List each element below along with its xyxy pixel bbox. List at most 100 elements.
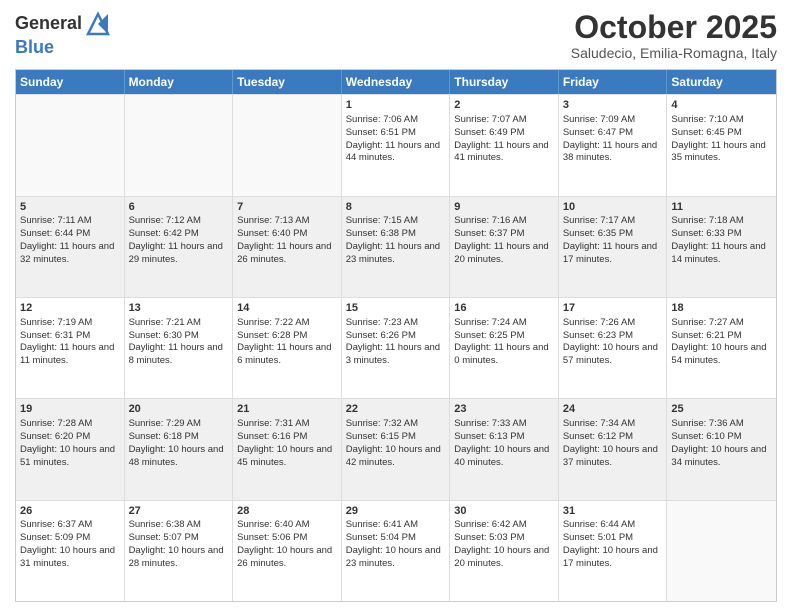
calendar-cell: 12Sunrise: 7:19 AMSunset: 6:31 PMDayligh… — [16, 298, 125, 398]
daylight-text: Daylight: 10 hours and 20 minutes. — [454, 545, 549, 569]
sunrise-text: Sunrise: 7:31 AM — [237, 418, 309, 429]
sunset-text: Sunset: 6:42 PM — [129, 228, 199, 239]
calendar-cell — [16, 95, 125, 195]
calendar-body: 1Sunrise: 7:06 AM Sunset: 6:51 PM Daylight… — [16, 94, 776, 601]
daylight-text: Daylight: 11 hours and 17 minutes. — [563, 241, 657, 265]
sunrise-text: Sunrise: 7:11 AM — [20, 215, 92, 226]
daylight-text: Daylight: 11 hours and 11 minutes. — [20, 342, 114, 366]
day-number: 21 — [237, 402, 337, 417]
daylight-text: Daylight: 11 hours and 23 minutes. — [346, 241, 440, 265]
sunset-text: Sunset: 6:35 PM — [563, 228, 633, 239]
day-number: 7 — [237, 200, 337, 215]
calendar-cell: 14Sunrise: 7:22 AMSunset: 6:28 PMDayligh… — [233, 298, 342, 398]
daylight-text: Daylight: 11 hours and 14 minutes. — [671, 241, 765, 265]
daylight-text: Daylight: 11 hours and 38 minutes. — [563, 140, 657, 164]
day-number: 5 — [20, 200, 120, 215]
header-day-friday: Friday — [559, 70, 668, 94]
sunrise-text: Sunrise: 7:22 AM — [237, 317, 309, 328]
sunset-text: Sunset: 6:51 PM — [346, 127, 416, 138]
calendar-cell: 8Sunrise: 7:15 AMSunset: 6:38 PMDaylight… — [342, 197, 451, 297]
day-number: 29 — [346, 504, 446, 519]
sunrise-text: Sunrise: 7:06 AM — [346, 114, 418, 125]
calendar-cell: 4Sunrise: 7:10 AMSunset: 6:45 PMDaylight… — [667, 95, 776, 195]
header-day-saturday: Saturday — [667, 70, 776, 94]
sunset-text: Sunset: 6:26 PM — [346, 330, 416, 341]
daylight-text: Daylight: 10 hours and 54 minutes. — [671, 342, 766, 366]
calendar-cell: 24Sunrise: 7:34 AM Sunset: 6:12 PM Dayligh… — [559, 399, 668, 499]
title-block: October 2025 Saludecio, Emilia-Romagna, … — [571, 10, 777, 61]
calendar-header: SundayMondayTuesdayWednesdayThursdayFrid… — [16, 70, 776, 94]
calendar-cell: 22Sunrise: 7:32 AMSunset: 6:15 PMDayligh… — [342, 399, 451, 499]
day-number: 27 — [129, 504, 229, 519]
header-day-monday: Monday — [125, 70, 234, 94]
calendar-cell — [233, 95, 342, 195]
calendar: SundayMondayTuesdayWednesdayThursdayFrid… — [15, 69, 777, 602]
day-number: 24 — [563, 402, 663, 417]
day-number: 13 — [129, 301, 229, 316]
calendar-cell: 15Sunrise: 7:23 AMSunset: 6:26 PMDayligh… — [342, 298, 451, 398]
calendar-cell: 19Sunrise: 7:28 AMSunset: 6:20 PMDayligh… — [16, 399, 125, 499]
calendar-cell: 11Sunrise: 7:18 AM Sunset: 6:33 PM Dayligh… — [667, 197, 776, 297]
calendar-cell: 5Sunrise: 7:11 AMSunset: 6:44 PMDaylight… — [16, 197, 125, 297]
calendar-cell: 3Sunrise: 7:09 AMSunset: 6:47 PMDaylight… — [559, 95, 668, 195]
day-number: 1 — [346, 98, 446, 113]
header-day-wednesday: Wednesday — [342, 70, 451, 94]
logo-blue: Blue — [15, 37, 54, 57]
daylight-text: Daylight: 10 hours and 57 minutes. — [563, 342, 658, 366]
daylight-text: Daylight: 11 hours and 0 minutes. — [454, 342, 548, 366]
daylight-text: Daylight: 10 hours and 37 minutes. — [563, 444, 658, 468]
sunrise-text: Sunrise: 7:21 AM — [129, 317, 201, 328]
daylight-text: Daylight: 10 hours and 17 minutes. — [563, 545, 658, 569]
sunset-text: Sunset: 6:15 PM — [346, 431, 416, 442]
daylight-text: Daylight: 10 hours and 40 minutes. — [454, 444, 549, 468]
sunrise-text: Sunrise: 7:32 AM — [346, 418, 418, 429]
sunrise-text: Sunrise: 7:36 AM — [671, 418, 743, 429]
sunset-text: Sunset: 6:44 PM — [20, 228, 90, 239]
sunset-text: Sunset: 6:45 PM — [671, 127, 741, 138]
day-number: 11 — [671, 200, 772, 215]
daylight-text: Daylight: 10 hours and 45 minutes. — [237, 444, 332, 468]
day-number: 18 — [671, 301, 772, 316]
sunrise-text: Sunrise: 6:37 AM — [20, 519, 92, 530]
sunrise-text: Sunrise: 7:34 AM — [563, 418, 635, 429]
sunset-text: Sunset: 6:21 PM — [671, 330, 741, 341]
sunset-text: Sunset: 6:12 PM — [563, 431, 633, 442]
logo-icon — [84, 10, 112, 38]
day-number: 25 — [671, 402, 772, 417]
logo: General Blue — [15, 10, 112, 58]
daylight-text: Daylight: 10 hours and 48 minutes. — [129, 444, 224, 468]
calendar-row-1: 1Sunrise: 7:06 AM Sunset: 6:51 PM Daylight… — [16, 94, 776, 195]
sunset-text: Sunset: 6:37 PM — [454, 228, 524, 239]
sunrise-text: Sunrise: 7:26 AM — [563, 317, 635, 328]
daylight-text: Daylight: 11 hours and 26 minutes. — [237, 241, 331, 265]
sunrise-text: Sunrise: 7:13 AM — [237, 215, 309, 226]
calendar-cell: 25Sunrise: 7:36 AMSunset: 6:10 PMDayligh… — [667, 399, 776, 499]
calendar-cell: 1Sunrise: 7:06 AMSunset: 6:51 PMDaylight… — [342, 95, 451, 195]
calendar-cell: 27Sunrise: 6:38 AMSunset: 5:07 PMDayligh… — [125, 501, 234, 601]
day-number: 2 — [454, 98, 554, 113]
sunrise-text: Sunrise: 6:40 AM — [237, 519, 309, 530]
day-number: 4 — [671, 98, 772, 113]
sunrise-text: Sunrise: 7:18 AM — [671, 215, 743, 226]
calendar-cell: 17Sunrise: 7:26 AMSunset: 6:23 PMDayligh… — [559, 298, 668, 398]
calendar-cell — [125, 95, 234, 195]
sunset-text: Sunset: 6:33 PM — [671, 228, 741, 239]
calendar-row-3: 12Sunrise: 7:19 AMSunset: 6:31 PMDayligh… — [16, 297, 776, 398]
sunset-text: Sunset: 6:10 PM — [671, 431, 741, 442]
daylight-text: Daylight: 11 hours and 6 minutes. — [237, 342, 331, 366]
sunrise-text: Sunrise: 6:42 AM — [454, 519, 526, 530]
calendar-cell: 9Sunrise: 7:16 AMSunset: 6:37 PMDaylight… — [450, 197, 559, 297]
sunrise-text: Sunrise: 7:15 AM — [346, 215, 418, 226]
header: General Blue October 2025 Saludecio, Emi… — [15, 10, 777, 61]
daylight-text: Daylight: 11 hours and 3 minutes. — [346, 342, 440, 366]
sunrise-text: Sunrise: 7:12 AM — [129, 215, 201, 226]
day-number: 17 — [563, 301, 663, 316]
day-number: 28 — [237, 504, 337, 519]
calendar-cell: 20Sunrise: 7:29 AMSunset: 6:18 PMDayligh… — [125, 399, 234, 499]
sunset-text: Sunset: 5:04 PM — [346, 532, 416, 543]
sunrise-text: Sunrise: 7:23 AM — [346, 317, 418, 328]
header-day-sunday: Sunday — [16, 70, 125, 94]
sunrise-text: Sunrise: 6:44 AM — [563, 519, 635, 530]
sunrise-text: Sunrise: 7:33 AM — [454, 418, 526, 429]
daylight-text: Daylight: 10 hours and 42 minutes. — [346, 444, 441, 468]
